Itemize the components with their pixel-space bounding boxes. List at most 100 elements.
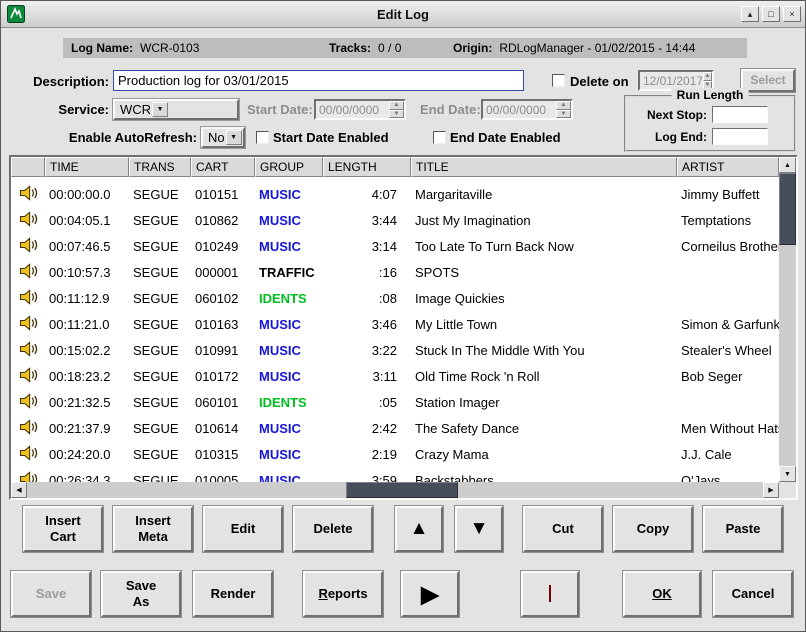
log-name-value: WCR-0103 [140, 41, 199, 55]
tracks-group: Tracks:0 / 0 [329, 41, 401, 55]
reports-accel: R [318, 586, 327, 601]
titlebar[interactable]: Edit Log ▴ □ × [1, 1, 805, 28]
run-length-title: Run Length [672, 88, 749, 102]
scroll-right-icon[interactable]: ▶ [763, 482, 779, 498]
column-header-title[interactable]: TITLE [411, 157, 677, 177]
horizontal-scroll-thumb[interactable] [346, 482, 458, 498]
column-header-cart[interactable]: CART [191, 157, 255, 177]
autorefresh-combobox[interactable]: No ▼ [201, 127, 245, 148]
row-group: TRAFFIC [255, 265, 323, 280]
log-row[interactable]: 00:18:23.2 SEGUE 010172 MUSIC 3:11 Old T… [11, 363, 779, 389]
next-stop-value [712, 106, 768, 123]
log-row[interactable]: 00:00:00.0 SEGUE 010151 MUSIC 4:07 Marga… [11, 181, 779, 207]
move-down-button[interactable]: ▼ [455, 506, 503, 552]
render-button[interactable]: Render [193, 571, 273, 617]
column-header-artist[interactable]: ARTIST [677, 157, 779, 177]
maximize-button[interactable]: □ [762, 6, 780, 22]
speaker-icon [18, 235, 38, 258]
row-title: The Safety Dance [411, 421, 677, 436]
row-icon-cell [11, 287, 45, 310]
play-button[interactable]: ▶ [401, 571, 459, 617]
row-group: MUSIC [255, 187, 323, 202]
spin-up-icon[interactable]: ▲ [556, 101, 571, 110]
start-date-spinbox[interactable]: 00/00/0000 ▲ ▼ [314, 99, 406, 120]
vertical-scroll-thumb[interactable] [779, 173, 796, 245]
cut-button[interactable]: Cut [523, 506, 603, 552]
row-group: MUSIC [255, 369, 323, 384]
row-length: 3:14 [323, 239, 411, 254]
row-title: SPOTS [411, 265, 677, 280]
delete-on-checkbox[interactable] [552, 74, 565, 87]
log-end-value [712, 128, 768, 145]
log-row[interactable]: 00:11:21.0 SEGUE 010163 MUSIC 3:46 My Li… [11, 311, 779, 337]
start-date-enabled-checkbox[interactable] [256, 131, 269, 144]
log-row[interactable]: 00:26:34.3 SEGUE 010005 MUSIC 3:59 Backs… [11, 467, 779, 482]
move-up-button[interactable]: ▲ [395, 506, 443, 552]
insert-meta-button[interactable]: Insert Meta [113, 506, 193, 552]
select-date-button[interactable]: Select [741, 69, 795, 92]
log-row[interactable]: 00:07:46.5 SEGUE 010249 MUSIC 3:14 Too L… [11, 233, 779, 259]
log-end-label: Log End: [630, 130, 707, 144]
column-header-time[interactable]: TIME [45, 157, 129, 177]
next-stop-row: Next Stop: [630, 106, 768, 123]
row-cart: 010163 [191, 317, 255, 332]
row-trans: SEGUE [129, 369, 191, 384]
row-time: 00:10:57.3 [45, 265, 129, 280]
end-date-spinbox[interactable]: 00/00/0000 ▲ ▼ [481, 99, 573, 120]
column-header-group[interactable]: GROUP [255, 157, 323, 177]
speaker-icon [18, 417, 38, 440]
speaker-icon [18, 443, 38, 466]
scroll-down-icon[interactable]: ▼ [779, 466, 796, 482]
row-group: MUSIC [255, 421, 323, 436]
spin-up-icon[interactable]: ▲ [389, 101, 404, 110]
delete-button[interactable]: Delete [293, 506, 373, 552]
scroll-left-icon[interactable]: ◀ [11, 482, 27, 498]
log-row[interactable]: 00:04:05.1 SEGUE 010862 MUSIC 3:44 Just … [11, 207, 779, 233]
row-artist: Simon & Garfunkel [677, 317, 779, 332]
edit-button[interactable]: Edit [203, 506, 283, 552]
column-header-length[interactable]: LENGTH [323, 157, 411, 177]
ok-button[interactable]: OK [623, 571, 701, 617]
log-row[interactable]: 00:24:20.0 SEGUE 010315 MUSIC 2:19 Crazy… [11, 441, 779, 467]
save-as-button[interactable]: Save As [101, 571, 181, 617]
origin-value: RDLogManager - 01/02/2015 - 14:44 [499, 41, 695, 55]
cancel-button[interactable]: Cancel [713, 571, 793, 617]
speaker-icon [18, 339, 38, 362]
shade-button[interactable]: ▴ [741, 6, 759, 22]
column-header-trans[interactable]: TRANS [129, 157, 191, 177]
save-button[interactable]: Save [11, 571, 91, 617]
service-combobox[interactable]: WCR ▼ [113, 99, 239, 120]
log-row[interactable]: 00:21:32.5 SEGUE 060101 IDENTS :05 Stati… [11, 389, 779, 415]
row-icon-cell [11, 443, 45, 466]
row-length: 2:19 [323, 447, 411, 462]
column-header-icon[interactable] [11, 157, 45, 177]
log-row[interactable]: 00:11:12.9 SEGUE 060102 IDENTS :08 Image… [11, 285, 779, 311]
close-button[interactable]: × [783, 6, 801, 22]
description-input[interactable] [113, 70, 524, 91]
row-icon-cell [11, 235, 45, 258]
log-end-row: Log End: [630, 128, 768, 145]
row-length: 3:46 [323, 317, 411, 332]
spin-up-icon[interactable]: ▲ [703, 72, 712, 81]
insert-cart-button[interactable]: Insert Cart [23, 506, 103, 552]
vertical-scrollbar[interactable]: ▲ ▼ [779, 157, 796, 482]
paste-button[interactable]: Paste [703, 506, 783, 552]
end-date-enabled-checkbox[interactable] [433, 131, 446, 144]
horizontal-scrollbar[interactable]: ◀ ▶ [11, 482, 779, 498]
log-row[interactable]: 00:10:57.3 SEGUE 000001 TRAFFIC :16 SPOT… [11, 259, 779, 285]
row-artist: Jimmy Buffett [677, 187, 779, 202]
edit-log-window: Edit Log ▴ □ × Log Name:WCR-0103 Tracks:… [0, 0, 806, 632]
spin-down-icon[interactable]: ▼ [556, 110, 571, 119]
log-row[interactable]: 00:21:37.9 SEGUE 010614 MUSIC 2:42 The S… [11, 415, 779, 441]
row-time: 00:11:21.0 [45, 317, 129, 332]
scroll-up-icon[interactable]: ▲ [779, 157, 796, 173]
stop-button[interactable] [521, 571, 579, 617]
log-row[interactable]: 00:15:02.2 SEGUE 010991 MUSIC 3:22 Stuck… [11, 337, 779, 363]
log-table-content: TIME TRANS CART GROUP LENGTH TITLE ARTIS… [11, 157, 779, 482]
spin-down-icon[interactable]: ▼ [389, 110, 404, 119]
stop-square-icon [549, 585, 551, 602]
copy-button[interactable]: Copy [613, 506, 693, 552]
reports-button[interactable]: Reports [303, 571, 383, 617]
origin-group: Origin:RDLogManager - 01/02/2015 - 14:44 [453, 41, 695, 55]
row-time: 00:21:37.9 [45, 421, 129, 436]
